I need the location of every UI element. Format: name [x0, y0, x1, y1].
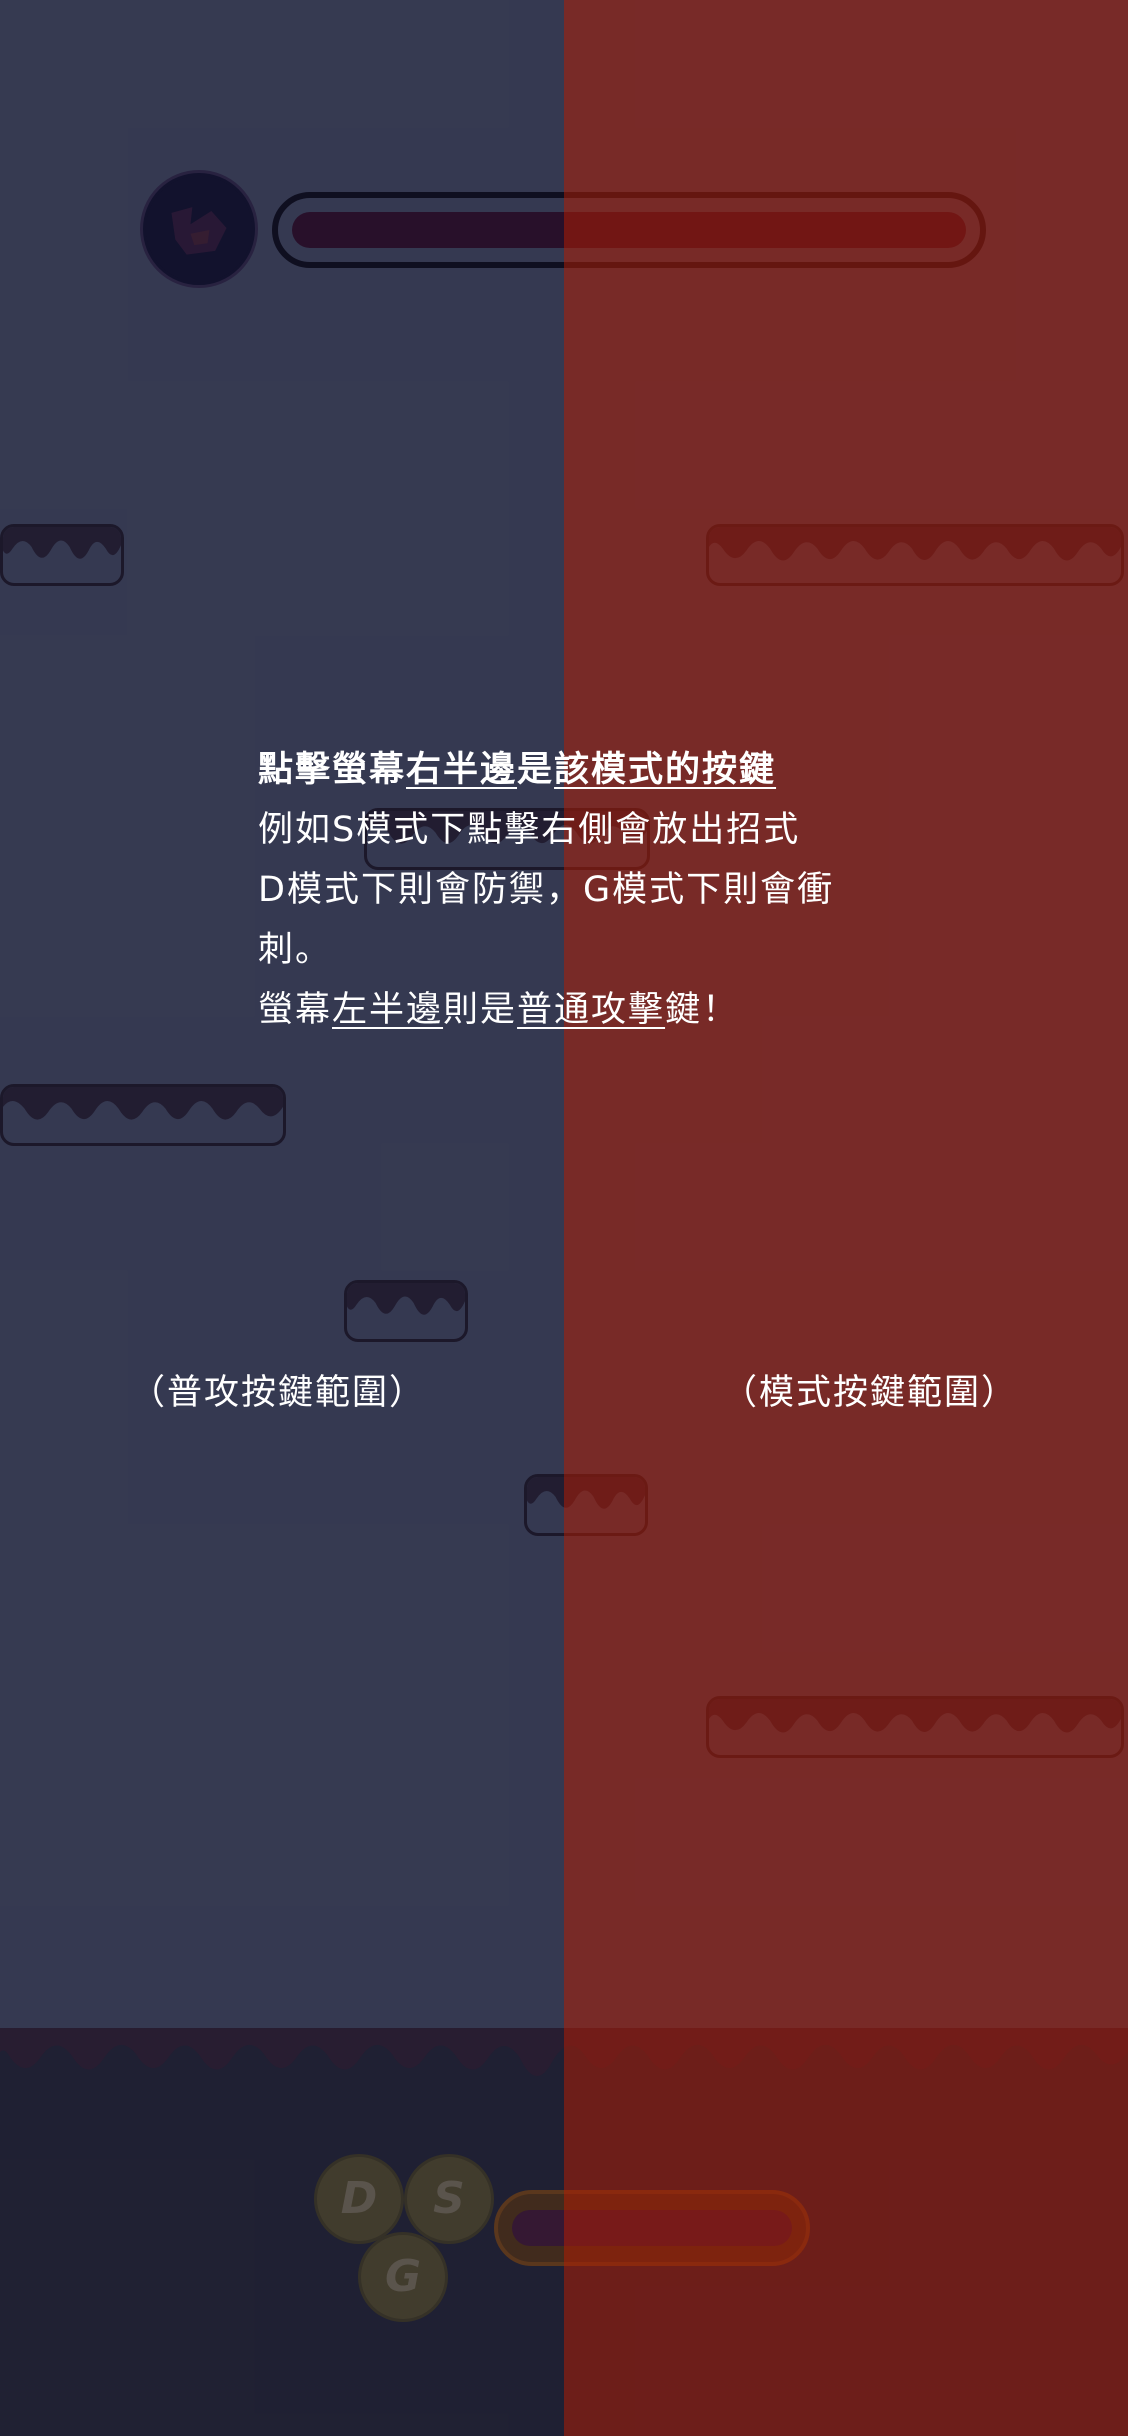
normal-attack-zone-label: （普攻按鍵範圍）: [130, 1373, 427, 1413]
mode-key-zone-label: （模式按鍵範圍）: [722, 1373, 1019, 1413]
tutorial-line-5: 螢幕左半邊則是普通攻擊鍵！: [258, 980, 838, 1040]
tutorial-text-span: 則是: [443, 990, 518, 1030]
tutorial-line-3: D模式下則會防禦，G模式下則會衝: [258, 870, 835, 910]
tutorial-message: 點擊螢幕右半邊是該模式的按鍵 例如S模式下點擊右側會放出招式 D模式下則會防禦，…: [258, 740, 838, 1040]
normal-attack-touch-zone[interactable]: [0, 0, 564, 2436]
tutorial-line-2: 例如S模式下點擊右側會放出招式: [258, 810, 801, 850]
tutorial-highlight-normal-attack: 普通攻擊: [517, 990, 666, 1030]
tutorial-highlight-mode-key: 該模式的按鍵: [554, 750, 777, 790]
mode-action-touch-zone[interactable]: [564, 0, 1128, 2436]
tutorial-line-4: 刺。: [258, 930, 333, 970]
tutorial-text-span: 鍵！: [665, 990, 740, 1030]
tutorial-text-span: 點擊螢幕: [258, 750, 407, 790]
tutorial-highlight-right-half: 右半邊: [406, 750, 518, 790]
tutorial-highlight-left-half: 左半邊: [332, 990, 444, 1030]
tutorial-text-span: 是: [517, 750, 555, 790]
tutorial-line-1: 點擊螢幕右半邊是該模式的按鍵: [258, 740, 838, 800]
tutorial-text-span: 螢幕: [258, 990, 333, 1030]
